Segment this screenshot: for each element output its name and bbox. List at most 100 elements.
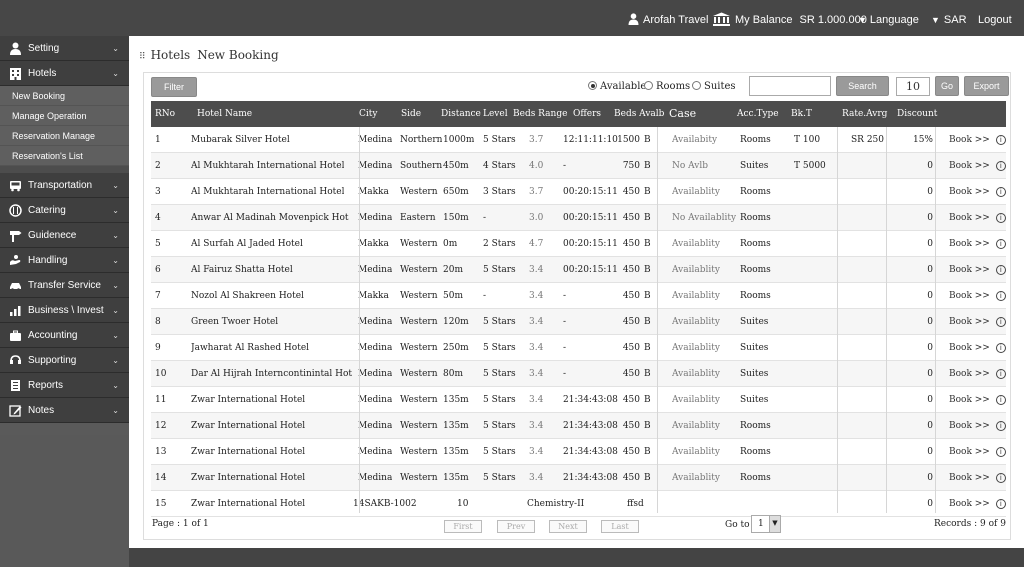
book-link[interactable]: Book >> i xyxy=(949,257,1006,283)
table-row[interactable]: 3 Al Mukhtarah International Hotel Makka We… xyxy=(151,179,1006,205)
book-link[interactable]: Book >> i xyxy=(949,439,1006,465)
book-link[interactable]: Book >> i xyxy=(949,413,1006,439)
book-link[interactable]: Book >> i xyxy=(949,309,1006,335)
col-rate-avrg[interactable]: Rate.Avrg xyxy=(842,101,887,127)
book-link[interactable]: Book >> i xyxy=(949,231,1006,257)
col-hotel-name[interactable]: Hotel Name xyxy=(197,101,252,127)
col-level[interactable]: Level xyxy=(483,101,508,127)
submenu-reservations-list[interactable]: Reservation's List xyxy=(0,146,129,166)
inline-edit-row[interactable]: 14SAKB-1002 10 Chemistry-II ffsd xyxy=(331,491,657,515)
sidebar-item-notes[interactable]: Notes ⌄ xyxy=(0,398,129,423)
sidebar-item-setting[interactable]: Setting ⌄ xyxy=(0,36,129,61)
table-row[interactable]: 6 Al Fairuz Shatta Hotel Medina Western 20m 5… xyxy=(151,257,1006,283)
book-link[interactable]: Book >> i xyxy=(949,179,1006,205)
info-icon[interactable]: i xyxy=(995,395,1006,405)
search-button[interactable]: Search xyxy=(836,76,889,96)
table-row[interactable]: 4 Anwar Al Madinah Movenpick Hot Medina Eas… xyxy=(151,205,1006,231)
cell-beds-avalb: 450 xyxy=(622,473,640,483)
book-link[interactable]: Book >> i xyxy=(949,335,1006,361)
radio-rooms[interactable]: Rooms xyxy=(644,81,690,92)
info-icon[interactable]: i xyxy=(995,473,1006,483)
sidebar-item-business-invest[interactable]: Business \ Invest ⌄ xyxy=(0,298,129,323)
submenu-reservation-manage[interactable]: Reservation Manage xyxy=(0,126,129,146)
currency-dropdown[interactable]: ▼ SAR xyxy=(931,0,967,36)
col-beds-avalb[interactable]: Beds Avalb xyxy=(614,101,664,127)
booking-panel: Filter Available Rooms Suites Search 10 … xyxy=(143,72,1011,540)
info-icon[interactable]: i xyxy=(995,187,1006,197)
col-side[interactable]: Side xyxy=(401,101,421,127)
table-row[interactable]: 12 Zwar International Hotel Medina Western 1… xyxy=(151,413,1006,439)
info-icon[interactable]: i xyxy=(995,265,1006,275)
info-icon[interactable]: i xyxy=(995,161,1006,171)
table-row[interactable]: 9 Jawharat Al Rashed Hotel Medina Western 25… xyxy=(151,335,1006,361)
book-link[interactable]: Book >> i xyxy=(949,387,1006,413)
book-link[interactable]: Book >> i xyxy=(949,465,1006,491)
user-menu[interactable]: Arofah Travel xyxy=(628,0,708,36)
first-page-button[interactable]: First xyxy=(444,520,482,533)
book-link[interactable]: Book >> i xyxy=(949,127,1006,153)
table-row[interactable]: 13 Zwar International Hotel Medina Western 1… xyxy=(151,439,1006,465)
info-icon[interactable]: i xyxy=(995,447,1006,457)
breadcrumb-section[interactable]: Hotels xyxy=(151,48,191,62)
cell-beds-avalb: 450 xyxy=(622,395,640,405)
sidebar-item-accounting[interactable]: Accounting ⌄ xyxy=(0,323,129,348)
goto-page-select[interactable]: 1 ▼ xyxy=(751,515,781,533)
cell-acc-type: Rooms xyxy=(740,473,771,483)
sidebar-item-guidenece[interactable]: Guidenece ⌄ xyxy=(0,223,129,248)
balance-value: SR 1.000.000 xyxy=(799,14,867,26)
col-discount[interactable]: Discount xyxy=(897,101,937,127)
table-row[interactable]: 2 Al Mukhtarah International Hotel Medina S… xyxy=(151,153,1006,179)
sidebar-item-transfer-service[interactable]: Transfer Service ⌄ xyxy=(0,273,129,298)
table-row[interactable]: 10 Dar Al Hijrah Interncontinintal Hot Med… xyxy=(151,361,1006,387)
radio-available[interactable]: Available xyxy=(588,81,646,92)
radio-suites[interactable]: Suites xyxy=(692,81,736,92)
sidebar-item-supporting[interactable]: Supporting ⌄ xyxy=(0,348,129,373)
submenu-new-booking[interactable]: New Booking xyxy=(0,86,129,106)
page-size-input[interactable]: 10 xyxy=(896,77,930,96)
col-beds-range[interactable]: Beds Range xyxy=(513,101,567,127)
language-dropdown[interactable]: ▼ Language xyxy=(858,0,919,36)
book-link[interactable]: Book >> i xyxy=(949,205,1006,231)
sidebar-item-handling[interactable]: Handling ⌄ xyxy=(0,248,129,273)
info-icon[interactable]: i xyxy=(995,291,1006,301)
go-button[interactable]: Go xyxy=(935,76,959,96)
submenu-manage-operation[interactable]: Manage Operation xyxy=(0,106,129,126)
info-icon[interactable]: i xyxy=(995,239,1006,249)
col-case[interactable]: Case xyxy=(669,101,696,127)
sidebar-item-hotels[interactable]: Hotels ⌄ xyxy=(0,61,129,86)
table-row[interactable]: 5 Al Surfah Al Jaded Hotel Makka Western 0m 2… xyxy=(151,231,1006,257)
sidebar-item-catering[interactable]: Catering ⌄ xyxy=(0,198,129,223)
search-input[interactable] xyxy=(749,76,831,96)
prev-page-button[interactable]: Prev xyxy=(497,520,535,533)
col-bk-t[interactable]: Bk.T xyxy=(791,101,812,127)
info-icon[interactable]: i xyxy=(995,343,1006,353)
table-row[interactable]: 11 Zwar International Hotel Medina Western 1… xyxy=(151,387,1006,413)
filter-button[interactable]: Filter xyxy=(151,77,197,97)
col-city[interactable]: City xyxy=(359,101,377,127)
cell-hotel-name: Al Fairuz Shatta Hotel xyxy=(191,265,293,275)
cell-rno: 2 xyxy=(155,161,161,171)
info-icon[interactable]: i xyxy=(995,499,1006,509)
book-link[interactable]: Book >> i xyxy=(949,361,1006,387)
table-row[interactable]: 7 Nozol Al Shakreen Hotel Makka Western 50m -… xyxy=(151,283,1006,309)
info-icon[interactable]: i xyxy=(995,421,1006,431)
sidebar-item-reports[interactable]: Reports ⌄ xyxy=(0,373,129,398)
table-row[interactable]: 1 Mubarak Silver Hotel Medina Northern 1000m… xyxy=(151,127,1006,153)
table-row[interactable]: 8 Green Twoer Hotel Medina Western 120m 5 Sta… xyxy=(151,309,1006,335)
sidebar-item-transportation[interactable]: Transportation ⌄ xyxy=(0,173,129,198)
logout-link[interactable]: Logout xyxy=(978,0,1012,36)
col-acc-type[interactable]: Acc.Type xyxy=(737,101,779,127)
next-page-button[interactable]: Next xyxy=(549,520,587,533)
export-button[interactable]: Export xyxy=(964,76,1009,96)
info-icon[interactable]: i xyxy=(995,317,1006,327)
col-offers[interactable]: Offers xyxy=(573,101,601,127)
last-page-button[interactable]: Last xyxy=(601,520,639,533)
info-icon[interactable]: i xyxy=(995,369,1006,379)
info-icon[interactable]: i xyxy=(995,135,1006,145)
book-link[interactable]: Book >> i xyxy=(949,153,1006,179)
col-distance[interactable]: Distance xyxy=(441,101,481,127)
col-rno[interactable]: RNo xyxy=(155,101,175,127)
info-icon[interactable]: i xyxy=(995,213,1006,223)
book-link[interactable]: Book >> i xyxy=(949,283,1006,309)
table-row[interactable]: 14 Zwar International Hotel Medina Western 1… xyxy=(151,465,1006,491)
